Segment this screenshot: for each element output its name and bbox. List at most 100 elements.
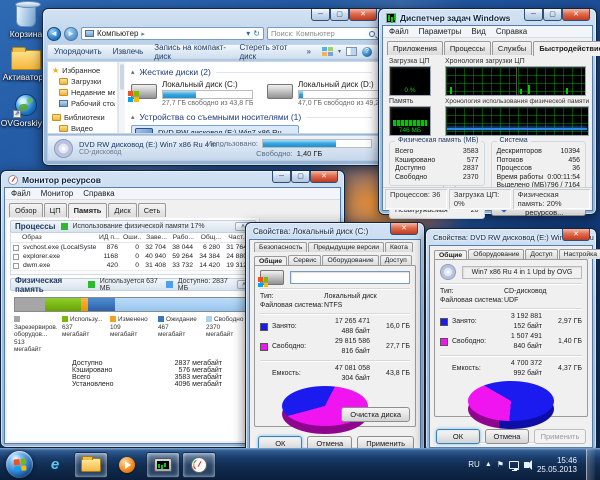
menu-file[interactable]: Файл — [389, 27, 409, 36]
tab-disk[interactable]: Диск — [108, 203, 137, 217]
tab-hardware[interactable]: Оборудование — [468, 249, 525, 259]
table-row[interactable]: svchost.exe (LocalSystemNe... 876 0 32 7… — [11, 243, 255, 252]
tab-services[interactable]: Службы — [491, 41, 533, 55]
menu-options[interactable]: Параметры — [419, 27, 462, 36]
tab-tools[interactable]: Сервис — [288, 255, 322, 265]
close-button[interactable]: ✕ — [390, 223, 418, 235]
network-icon[interactable] — [508, 460, 519, 471]
processes-section-header[interactable]: Процессы Использование физической памяти… — [10, 220, 256, 233]
menu-file[interactable]: Файл — [11, 189, 31, 198]
views-dropdown-icon[interactable]: ▾ — [338, 48, 341, 55]
cd-disc-icon — [440, 264, 456, 280]
close-button[interactable]: ✕ — [562, 9, 590, 21]
toolbar-overflow-button[interactable]: » — [307, 47, 311, 56]
tray-date: 25.05.2013 — [536, 464, 577, 474]
tab-cpu[interactable]: ЦП — [43, 203, 67, 217]
group-header-hdd[interactable]: Жесткие диски (2) — [131, 67, 372, 77]
menu-help[interactable]: Справка — [496, 27, 527, 36]
tab-applications[interactable]: Приложения — [387, 41, 443, 55]
row-checkbox[interactable] — [13, 244, 19, 251]
table-row[interactable]: explorer.exe 1168 0 40 940 59 264 34 384… — [11, 252, 255, 261]
eject-button[interactable]: Извлечь — [113, 47, 144, 56]
tab-previous-versions[interactable]: Предыдущие версии — [308, 242, 385, 252]
tab-sharing[interactable]: Доступ — [379, 255, 412, 265]
recycle-bin-icon — [15, 1, 41, 27]
close-button[interactable]: ✕ — [562, 229, 590, 241]
hidden-icons-chevron[interactable]: ▲ — [485, 461, 492, 468]
minimize-button[interactable]: ─ — [311, 9, 330, 21]
erase-disc-button[interactable]: Стереть этот диск — [240, 43, 296, 61]
close-button[interactable]: ✕ — [310, 171, 338, 183]
tab-sharing[interactable]: Доступ — [525, 249, 558, 259]
sidebar-item-video[interactable]: Видео — [50, 123, 115, 134]
tab-network[interactable]: Сеть — [137, 203, 167, 217]
physical-memory-section-header[interactable]: Физическая память Используется 637 МБ До… — [10, 276, 256, 294]
back-button[interactable]: ◄ — [47, 26, 61, 41]
breadcrumb[interactable]: Компьютер — [97, 29, 138, 38]
tab-processes[interactable]: Процессы — [443, 41, 491, 55]
hard-disk-icon — [267, 84, 293, 99]
menu-help[interactable]: Справка — [83, 189, 114, 198]
drive-item-d[interactable]: Локальный диск (D:) 47,0 ГБ свободно из … — [267, 80, 378, 107]
cancel-button[interactable]: Отмена — [485, 429, 529, 444]
language-indicator[interactable]: RU — [468, 460, 480, 469]
maximize-button[interactable]: ▢ — [291, 171, 310, 183]
minimize-button[interactable]: ─ — [272, 171, 291, 183]
clock[interactable]: 15:46 25.05.2013 — [537, 456, 577, 474]
close-button[interactable]: ✕ — [349, 9, 377, 21]
forward-button[interactable]: ► — [64, 26, 78, 41]
menu-monitor[interactable]: Монитор — [41, 189, 74, 198]
address-dropdown-icon[interactable]: ▾ — [246, 29, 250, 38]
minimize-button[interactable]: ─ — [524, 9, 543, 21]
row-checkbox[interactable] — [13, 262, 19, 269]
tab-customize[interactable]: Настройка — [558, 249, 600, 259]
maximize-button[interactable]: ▢ — [543, 9, 562, 21]
dvd-drive-item[interactable]: DVD RW дисковод (E:) Win7 x86 Ru 4 in 1 … — [131, 125, 299, 133]
volume-label-input[interactable] — [290, 271, 410, 284]
table-header-row[interactable]: Образ ИД п... Оши... Заве... Рабо... Общ… — [11, 233, 255, 243]
apply-button[interactable]: Применить — [534, 429, 586, 444]
burn-button[interactable]: Запись на компакт-диск — [154, 43, 228, 61]
resource-monitor-icon — [8, 174, 18, 185]
speaker-icon[interactable] — [523, 459, 532, 470]
sidebar-item-desktop[interactable]: Рабочий стол — [50, 98, 115, 109]
start-button[interactable] — [6, 451, 33, 478]
maximize-button[interactable]: ▢ — [330, 9, 349, 21]
table-row[interactable]: dwm.exe 420 0 31 408 33 732 14 420 19 31… — [11, 261, 255, 270]
taskbar-ie-button[interactable]: e — [38, 452, 72, 478]
table-row-clipped[interactable] — [11, 270, 255, 274]
shortcut-arrow-icon: ↗ — [13, 110, 21, 118]
action-center-flag-icon[interactable]: ⚑ — [497, 460, 504, 469]
tab-performance[interactable]: Быстродействие — [533, 41, 600, 56]
tab-quota[interactable]: Квота — [385, 242, 413, 252]
sidebar-item-libraries[interactable]: Библиотеки — [50, 112, 115, 123]
drive-item-c[interactable]: Локальный диск (C:) 27,7 ГБ свободно из … — [128, 80, 254, 107]
ok-button[interactable]: ОК — [436, 429, 480, 444]
row-checkbox[interactable] — [13, 253, 19, 260]
address-bar[interactable]: Компьютер ▸ ▾ ↻ — [81, 27, 264, 40]
sidebar-item-favorites[interactable]: ★ Избранное — [50, 65, 115, 76]
menu-view[interactable]: Вид — [471, 27, 485, 36]
sidebar-item-downloads[interactable]: Загрузки — [50, 76, 115, 87]
taskbar-explorer-button[interactable] — [74, 451, 108, 478]
window-controls: ✕ — [562, 229, 590, 241]
tab-hardware[interactable]: Оборудование — [322, 255, 379, 265]
help-icon[interactable]: ? — [362, 46, 372, 57]
tab-memory[interactable]: Память — [67, 203, 108, 218]
star-icon: ★ — [52, 65, 60, 75]
taskbar-media-player-button[interactable] — [110, 452, 144, 478]
preview-pane-icon[interactable] — [346, 47, 357, 56]
views-icon[interactable] — [321, 47, 333, 56]
organize-button[interactable]: Упорядочить — [54, 47, 102, 56]
group-header-removable[interactable]: Устройства со съемными носителями (1) — [131, 112, 372, 122]
show-desktop-button[interactable] — [586, 448, 595, 480]
sidebar-item-recent[interactable]: Недавние места — [50, 87, 115, 98]
tab-overview[interactable]: Обзор — [9, 203, 43, 217]
refresh-icon[interactable]: ↻ — [253, 29, 260, 38]
sidebar-scrollbar[interactable] — [118, 62, 125, 133]
taskbar-resource-monitor-button[interactable] — [182, 451, 216, 478]
disk-cleanup-button[interactable]: Очистка диска — [341, 407, 410, 422]
tab-security[interactable]: Безопасность — [254, 242, 308, 252]
search-input[interactable]: Поиск: Компьютер — [267, 27, 379, 40]
taskbar-task-manager-button[interactable] — [146, 451, 180, 478]
